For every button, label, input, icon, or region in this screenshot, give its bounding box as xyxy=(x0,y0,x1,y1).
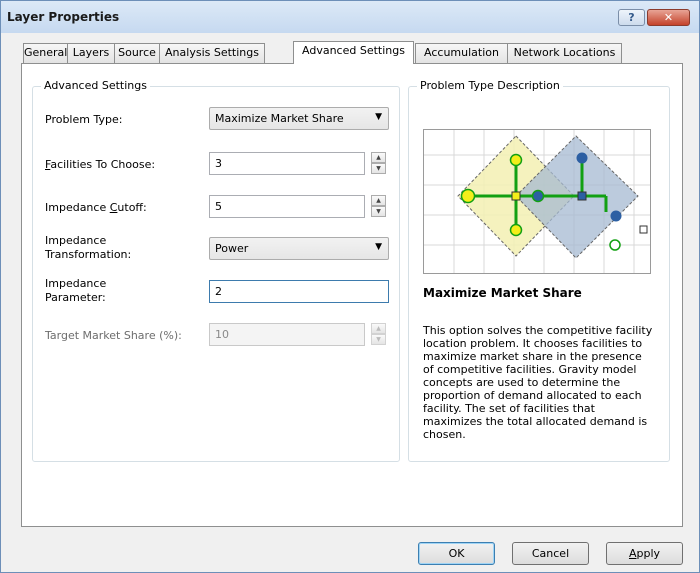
target-market-share-label: Target Market Share (%): xyxy=(45,329,182,342)
problem-type-illustration xyxy=(423,129,651,274)
layer-properties-window: Layer Properties ? ✕ General Layers Sour… xyxy=(0,0,700,573)
problem-type-description-text: This option solves the competitive facil… xyxy=(423,324,653,441)
apply-label-text: pply xyxy=(636,547,661,560)
problem-type-name: Maximize Market Share xyxy=(423,286,582,300)
impedance-parameter-input[interactable]: 2 xyxy=(209,280,389,303)
demand-point-yellow xyxy=(511,191,521,201)
facilities-to-choose-value: 3 xyxy=(215,157,222,170)
problem-type-label: Problem Type: xyxy=(45,113,123,126)
stepper-up-icon[interactable]: ▲ xyxy=(371,152,386,163)
cutoff-label-pre: Impedance xyxy=(45,201,110,214)
chevron-down-icon: ▼ xyxy=(375,112,382,122)
tab-network-locations[interactable]: Network Locations xyxy=(507,43,622,63)
target-market-share-value: 10 xyxy=(215,328,229,341)
advanced-settings-group: Advanced Settings Problem Type: Maximize… xyxy=(32,79,400,462)
help-icon: ? xyxy=(628,11,635,24)
facility-yellow-left xyxy=(460,188,476,204)
impedance-cutoff-input[interactable]: 5 xyxy=(209,195,365,218)
close-button[interactable]: ✕ xyxy=(647,9,690,26)
impedance-cutoff-stepper[interactable]: ▲ ▼ xyxy=(371,195,386,218)
demand-point-outside xyxy=(639,225,648,234)
impedance-transformation-label: Impedance Transformation: xyxy=(45,234,131,262)
close-icon: ✕ xyxy=(663,11,674,24)
cutoff-label-post: utoff: xyxy=(117,201,147,214)
transform-label-line2: Transformation: xyxy=(45,248,132,261)
advanced-settings-group-title: Advanced Settings xyxy=(41,79,150,92)
tab-source[interactable]: Source xyxy=(114,43,160,63)
facilities-stepper[interactable]: ▲ ▼ xyxy=(371,152,386,175)
tab-analysis-settings[interactable]: Analysis Settings xyxy=(159,43,265,63)
impedance-transformation-dropdown[interactable]: Power ▼ xyxy=(209,237,389,260)
cancel-button[interactable]: Cancel xyxy=(512,542,589,565)
tab-accumulation[interactable]: Accumulation xyxy=(415,43,508,63)
stepper-down-icon[interactable]: ▼ xyxy=(371,334,386,345)
tab-general[interactable]: General xyxy=(23,43,68,63)
problem-type-dropdown[interactable]: Maximize Market Share ▼ xyxy=(209,107,389,130)
apply-mnemonic: A xyxy=(628,547,637,560)
impedance-cutoff-value: 5 xyxy=(215,200,222,213)
transform-label-line1: Impedance xyxy=(45,234,107,247)
help-button[interactable]: ? xyxy=(618,9,645,26)
problem-type-description-group: Problem Type Description Maximize Market… xyxy=(408,79,670,462)
title-bar[interactable]: Layer Properties ? ✕ xyxy=(1,1,699,33)
facility-blue-top xyxy=(576,152,588,164)
problem-type-value: Maximize Market Share xyxy=(215,112,344,125)
candidate-facility xyxy=(609,239,621,251)
tab-advanced-settings[interactable]: Advanced Settings xyxy=(293,41,414,64)
tab-panel: Advanced Settings Problem Type: Maximize… xyxy=(21,63,683,527)
facility-yellow-bottom xyxy=(509,223,523,237)
tab-layers[interactable]: Layers xyxy=(67,43,115,63)
facility-blue-mid xyxy=(531,189,545,203)
apply-button[interactable]: Apply xyxy=(606,542,683,565)
facilities-to-choose-input[interactable]: 3 xyxy=(209,152,365,175)
market-share-diagram xyxy=(424,130,650,273)
facilities-to-choose-label: Facilities To Choose: xyxy=(45,158,155,172)
stepper-down-icon[interactable]: ▼ xyxy=(371,163,386,174)
target-market-share-input[interactable]: 10 xyxy=(209,323,365,346)
facility-blue-right xyxy=(610,210,622,222)
facility-yellow-top xyxy=(509,153,523,167)
param-label-line1: Impedance xyxy=(45,277,107,290)
demand-point-blue xyxy=(577,191,587,201)
param-label-line2: Parameter: xyxy=(45,291,106,304)
problem-type-description-title: Problem Type Description xyxy=(417,79,563,92)
target-market-share-stepper[interactable]: ▲ ▼ xyxy=(371,323,386,346)
chevron-down-icon: ▼ xyxy=(375,242,382,252)
window-title: Layer Properties xyxy=(7,10,120,24)
impedance-cutoff-label: Impedance Cutoff: xyxy=(45,201,147,215)
ok-button[interactable]: OK xyxy=(418,542,495,565)
impedance-parameter-value: 2 xyxy=(215,285,222,298)
facilities-label-text: acilities To Choose: xyxy=(50,158,156,171)
impedance-transformation-value: Power xyxy=(215,242,249,255)
impedance-parameter-label: Impedance Parameter: xyxy=(45,277,106,305)
stepper-up-icon[interactable]: ▲ xyxy=(371,195,386,206)
stepper-down-icon[interactable]: ▼ xyxy=(371,206,386,217)
stepper-up-icon[interactable]: ▲ xyxy=(371,323,386,334)
